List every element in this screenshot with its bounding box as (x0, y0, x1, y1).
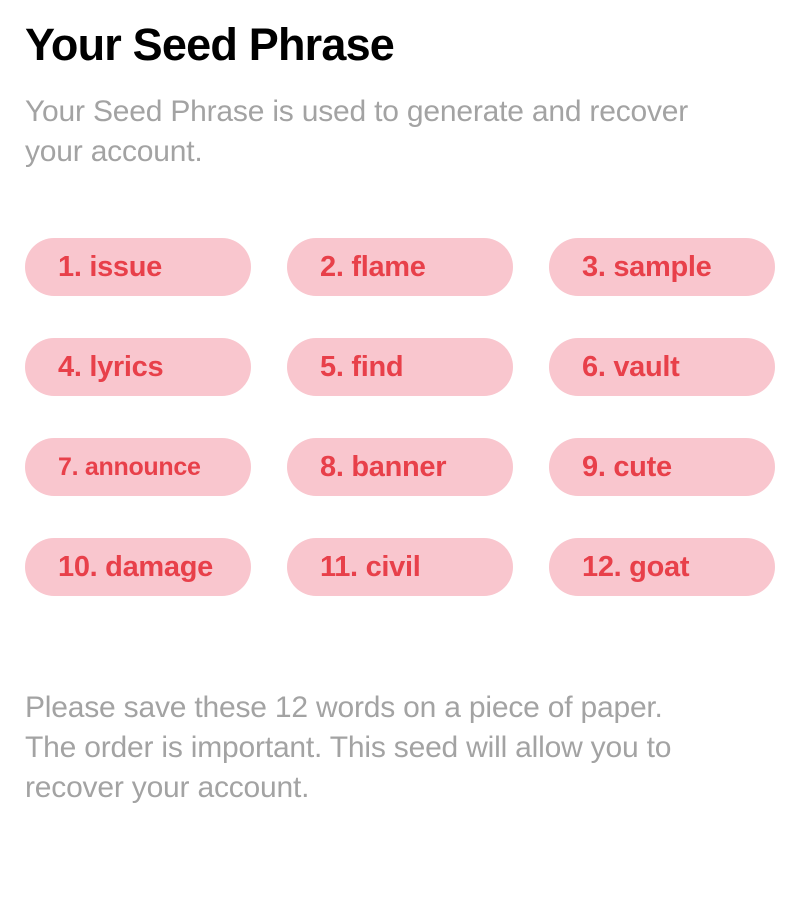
seed-word-label: 3. sample (582, 250, 712, 283)
seed-word-pill-11: 11. civil (287, 538, 513, 597)
seed-phrase-warning-note: Please save these 12 words on a piece of… (25, 691, 672, 805)
seed-word-label: 11. civil (320, 550, 421, 583)
seed-word-pill-9: 9. cute (549, 438, 775, 497)
seed-phrase-screen: Your Seed Phrase Your Seed Phrase is use… (0, 0, 798, 897)
seed-word-pill-2: 2. flame (287, 238, 513, 297)
seed-word-label: 6. vault (582, 350, 680, 383)
seed-word-pill-5: 5. find (287, 338, 513, 397)
seed-word-pill-7: 7. announce (25, 438, 251, 497)
page-title: Your Seed Phrase (25, 19, 395, 70)
seed-word-label: 12. goat (582, 550, 690, 583)
seed-word-label: 10. damage (58, 550, 213, 583)
seed-word-pill-4: 4. lyrics (25, 338, 251, 397)
seed-word-label: 4. lyrics (58, 350, 164, 383)
seed-word-label: 9. cute (582, 450, 672, 483)
seed-word-pill-10: 10. damage (25, 538, 251, 597)
seed-word-label: 1. issue (58, 250, 162, 283)
seed-word-pill-6: 6. vault (549, 338, 775, 397)
page-subtitle: Your Seed Phrase is used to generate and… (25, 95, 689, 169)
seed-word-label: 2. flame (320, 250, 426, 283)
seed-word-label: 8. banner (320, 450, 447, 483)
seed-word-pill-12: 12. goat (549, 538, 775, 597)
seed-word-pill-3: 3. sample (549, 238, 775, 297)
seed-word-label: 7. announce (58, 452, 201, 481)
seed-word-pill-1: 1. issue (25, 238, 251, 297)
seed-word-pill-8: 8. banner (287, 438, 513, 497)
seed-word-label: 5. find (320, 350, 404, 383)
seed-phrase-grid: 1. issue 2. flame 3. sample 4. lyrics 5. fin… (25, 238, 775, 597)
